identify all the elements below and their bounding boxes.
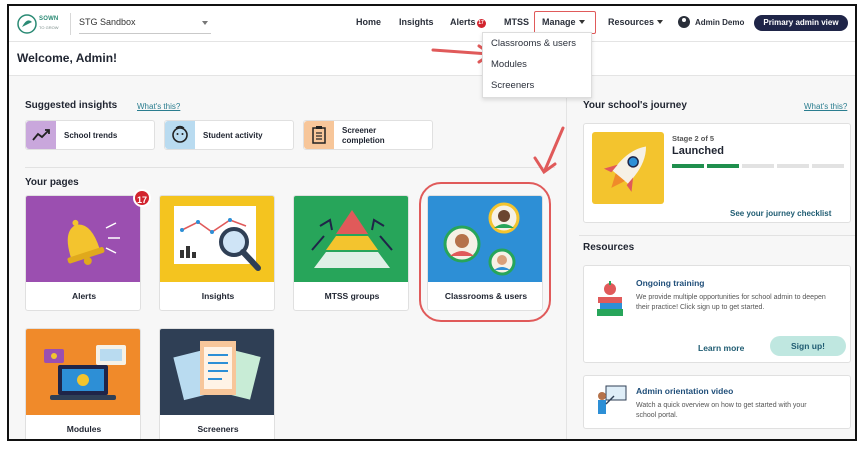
journey-title: Your school's journey bbox=[583, 100, 687, 111]
sown-to-grow-logo[interactable]: SOWN TO GROW bbox=[17, 13, 65, 35]
orientation-title[interactable]: Admin orientation video bbox=[636, 386, 733, 396]
nav-mtss[interactable]: MTSS bbox=[504, 17, 529, 27]
journey-checklist-link[interactable]: See your journey checklist bbox=[730, 209, 831, 218]
journey-card: Stage 2 of 5 Launched See your journey c… bbox=[583, 123, 851, 223]
page-card-label: MTSS groups bbox=[324, 291, 380, 301]
menu-item-modules[interactable]: Modules bbox=[491, 59, 527, 70]
page-card-label: Screeners bbox=[197, 424, 239, 434]
laptop-icon bbox=[26, 329, 140, 415]
page-card-label: Modules bbox=[66, 424, 102, 434]
books-apple-icon bbox=[597, 281, 623, 316]
your-pages-title: Your pages bbox=[25, 177, 79, 188]
trend-chart-icon bbox=[26, 121, 56, 149]
logo-subtext: TO GROW bbox=[39, 25, 59, 30]
insight-card-screener-completion[interactable]: Screener completion bbox=[303, 120, 433, 150]
resources-title: Resources bbox=[583, 242, 635, 253]
progress-segment bbox=[707, 164, 739, 168]
journey-stage: Stage 2 of 5 bbox=[672, 134, 715, 143]
nav-resources[interactable]: Resources bbox=[608, 17, 664, 27]
progress-segment bbox=[812, 164, 844, 168]
nav-home[interactable]: Home bbox=[356, 17, 381, 27]
suggested-insights-help-link[interactable]: What's this? bbox=[137, 102, 180, 111]
school-selector-value: STG Sandbox bbox=[79, 17, 136, 27]
section-divider bbox=[25, 167, 555, 168]
clipboard-icon bbox=[304, 121, 334, 149]
face-icon bbox=[165, 121, 195, 149]
alerts-count-badge: 17 bbox=[476, 19, 486, 28]
chevron-down-icon bbox=[202, 21, 208, 25]
orientation-description: Watch a quick overview on how to get sta… bbox=[636, 402, 807, 419]
journey-stage-name: Launched bbox=[672, 145, 724, 157]
school-selector[interactable]: STG Sandbox bbox=[79, 14, 211, 34]
progress-segment bbox=[672, 164, 704, 168]
nav-alerts-label: Alerts bbox=[450, 17, 476, 27]
page-card-label: Insights bbox=[201, 291, 235, 301]
progress-segment bbox=[777, 164, 809, 168]
welcome-heading: Welcome, Admin! bbox=[17, 51, 118, 65]
page-card-insights[interactable]: Insights bbox=[159, 195, 275, 311]
nav-manage[interactable]: Manage bbox=[542, 17, 585, 27]
journey-help-link[interactable]: What's this? bbox=[804, 102, 847, 111]
progress-segment bbox=[742, 164, 774, 168]
top-navigation: SOWN TO GROW STG Sandbox Home Insights A… bbox=[9, 6, 855, 42]
nav-manage-label: Manage bbox=[542, 17, 576, 27]
presenter-icon bbox=[598, 385, 627, 414]
section-divider bbox=[579, 235, 855, 236]
menu-item-classrooms-users[interactable]: Classrooms & users bbox=[491, 38, 576, 49]
user-avatar-icon[interactable] bbox=[678, 16, 690, 28]
people-avatars-icon bbox=[428, 196, 542, 282]
page-card-mtss-groups[interactable]: MTSS groups bbox=[293, 195, 409, 311]
page-card-alerts[interactable]: Alerts bbox=[25, 195, 141, 311]
pyramid-icon bbox=[294, 196, 408, 282]
bell-icon bbox=[26, 196, 140, 282]
ongoing-training-card: Ongoing training We provide multiple opp… bbox=[583, 265, 851, 363]
alerts-count-badge: 17 bbox=[133, 189, 151, 207]
leaf-icon bbox=[17, 14, 37, 34]
documents-icon bbox=[160, 329, 274, 415]
training-title: Ongoing training bbox=[636, 278, 705, 288]
chevron-down-icon bbox=[657, 20, 664, 24]
page-card-modules[interactable]: Modules bbox=[25, 328, 141, 439]
page-card-screeners[interactable]: Screeners bbox=[159, 328, 275, 439]
suggested-insights-title: Suggested insights bbox=[25, 100, 118, 111]
training-description: We provide multiple opportunities for sc… bbox=[636, 294, 826, 311]
manage-dropdown-menu: Classrooms & users Modules Screeners bbox=[482, 32, 592, 98]
insights-illustration-icon bbox=[160, 196, 274, 282]
nav-divider bbox=[70, 13, 71, 35]
page-card-label: Classrooms & users bbox=[444, 291, 528, 301]
insight-card-label: Screener bbox=[342, 126, 377, 135]
rocket-icon bbox=[592, 132, 664, 204]
learn-more-link[interactable]: Learn more bbox=[698, 343, 744, 353]
orientation-video-card: Admin orientation video Watch a quick ov… bbox=[583, 375, 851, 429]
welcome-bar bbox=[9, 42, 855, 76]
insight-card-label: School trends bbox=[64, 131, 118, 140]
insight-card-label: completion bbox=[342, 136, 385, 145]
sign-up-button[interactable]: Sign up! bbox=[770, 336, 846, 356]
nav-alerts[interactable]: Alerts 17 bbox=[450, 17, 486, 28]
logo-text: SOWN bbox=[39, 16, 59, 22]
user-name[interactable]: Admin Demo bbox=[695, 18, 744, 27]
primary-admin-view-button[interactable]: Primary admin view bbox=[754, 15, 848, 31]
page-card-label: Alerts bbox=[71, 291, 97, 301]
insight-card-student-activity[interactable]: Student activity bbox=[164, 120, 294, 150]
insight-card-label: Student activity bbox=[203, 131, 263, 140]
chevron-down-icon bbox=[578, 20, 585, 24]
nav-insights[interactable]: Insights bbox=[399, 17, 434, 27]
app-window: SOWN TO GROW STG Sandbox Home Insights A… bbox=[7, 4, 857, 441]
insight-card-school-trends[interactable]: School trends bbox=[25, 120, 155, 150]
menu-item-screeners[interactable]: Screeners bbox=[491, 80, 534, 91]
page-card-classrooms-users[interactable]: Classrooms & users bbox=[427, 195, 543, 311]
nav-resources-label: Resources bbox=[608, 17, 655, 27]
